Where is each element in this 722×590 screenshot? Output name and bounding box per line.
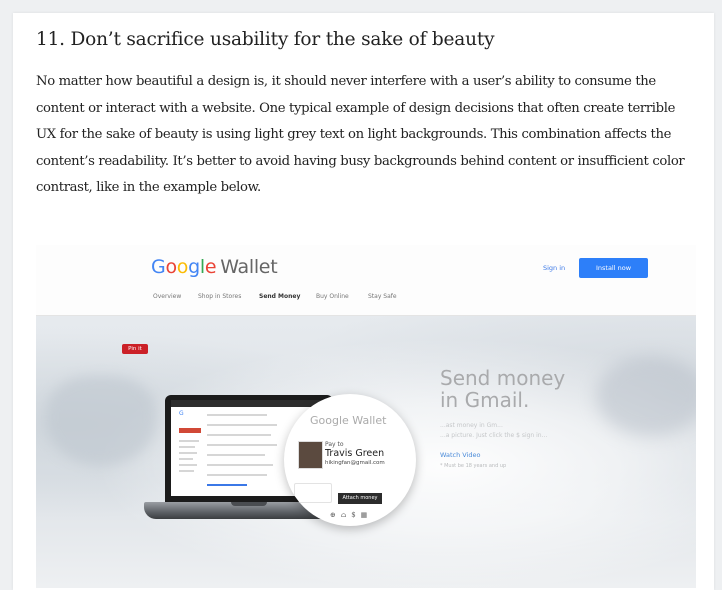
- wallet-header: Google Wallet Sign in Install now Overvie…: [36, 245, 696, 316]
- compose-button: [179, 428, 201, 433]
- watch-video-link[interactable]: Watch Video: [440, 451, 481, 459]
- install-now-button[interactable]: Install now: [579, 258, 648, 278]
- hero-headline: Send money in Gmail.: [440, 366, 566, 412]
- section-paragraph: No matter how beautiful a design is, it …: [36, 74, 685, 195]
- logo-product-name: Wallet: [220, 256, 278, 278]
- gmail-mini-logo: G: [179, 410, 184, 417]
- bubble-logo: Google Wallet: [310, 414, 387, 427]
- contact-photo: [298, 441, 323, 469]
- compose-toolbar-icons: ⊕⌂$▦: [330, 511, 373, 519]
- hero-banner: Pin it G Google Wallet Pay to Travis Gre…: [36, 316, 696, 588]
- nav-send-money[interactable]: Send Money: [259, 293, 300, 300]
- sign-in-link[interactable]: Sign in: [543, 264, 565, 272]
- pay-to-label: Pay to: [325, 441, 344, 448]
- nav-shop-in-stores[interactable]: Shop in Stores: [198, 293, 241, 300]
- google-wallet-logo[interactable]: Google Wallet: [151, 256, 278, 278]
- hero-subtext-1: ...ast money in Gm...: [440, 422, 503, 429]
- example-screenshot: Google Wallet Sign in Install now Overvie…: [36, 245, 696, 588]
- nav-buy-online[interactable]: Buy Online: [316, 293, 349, 300]
- recipient-email: hikingfan@gmail.com: [325, 460, 385, 466]
- attach-money-button[interactable]: Attach money: [338, 493, 382, 504]
- hero-subtext-2: ...a picture. Just click the $ sign in..…: [440, 432, 548, 439]
- pin-it-button[interactable]: Pin it: [122, 344, 148, 354]
- background-cup-left: [46, 376, 156, 466]
- background-cup-right: [596, 356, 696, 436]
- recipient-name: Travis Green: [325, 448, 385, 459]
- wallet-card: [294, 483, 332, 503]
- section-heading: 11. Don’t sacrifice usability for the sa…: [36, 29, 495, 50]
- nav-overview[interactable]: Overview: [153, 293, 181, 300]
- zoom-bubble: Google Wallet Pay to Travis Green hiking…: [284, 394, 416, 526]
- article-card: 11. Don’t sacrifice usability for the sa…: [13, 13, 714, 590]
- nav-stay-safe[interactable]: Stay Safe: [368, 293, 397, 300]
- age-fine-print: * Must be 18 years and up: [440, 463, 507, 469]
